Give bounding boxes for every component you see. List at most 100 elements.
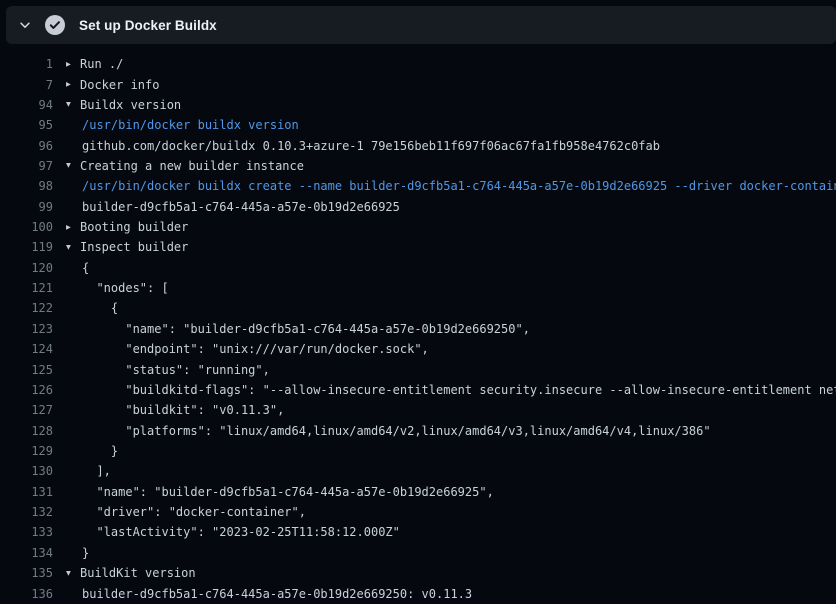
log-line: 122 { xyxy=(0,298,836,318)
line-number[interactable]: 135 xyxy=(0,566,53,580)
log-line: 121 "nodes": [ xyxy=(0,278,836,298)
line-number[interactable]: 99 xyxy=(0,200,53,214)
log-output-text: } xyxy=(66,444,118,458)
log-line: 119 ▼Inspect builder xyxy=(0,237,836,257)
line-number[interactable]: 7 xyxy=(0,78,53,92)
triangle-expanded-icon[interactable]: ▼ xyxy=(66,242,80,251)
log-line: 96 github.com/docker/buildx 0.10.3+azure-… xyxy=(0,135,836,155)
triangle-collapsed-icon[interactable]: ▶ xyxy=(66,80,80,89)
log-line: 98/usr/bin/docker buildx create --name b… xyxy=(0,176,836,196)
log-line: 123 "name": "builder-d9cfb5a1-c764-445a-… xyxy=(0,319,836,339)
log-command-text: /usr/bin/docker buildx create --name bui… xyxy=(66,179,836,193)
log-output-text: "name": "builder-d9cfb5a1-c764-445a-a57e… xyxy=(66,322,530,336)
log-line: 131 "name": "builder-d9cfb5a1-c764-445a-… xyxy=(0,482,836,502)
log-group-header[interactable]: ▼BuildKit version xyxy=(66,566,196,580)
log-line: 95/usr/bin/docker buildx version xyxy=(0,115,836,135)
triangle-expanded-icon[interactable]: ▼ xyxy=(66,161,80,170)
line-number[interactable]: 100 xyxy=(0,220,53,234)
log-output-text: "status": "running", xyxy=(66,363,270,377)
line-number[interactable]: 1 xyxy=(0,57,53,71)
log-output-text: "lastActivity": "2023-02-25T11:58:12.000… xyxy=(66,525,400,539)
log-line: 126 "buildkitd-flags": "--allow-insecure… xyxy=(0,380,836,400)
step-header[interactable]: Set up Docker Buildx xyxy=(6,6,836,44)
line-number[interactable]: 98 xyxy=(0,179,53,193)
line-number[interactable]: 95 xyxy=(0,118,53,132)
chevron-down-icon[interactable] xyxy=(17,17,33,33)
log-group-label: Inspect builder xyxy=(80,240,188,254)
log-output-text: "endpoint": "unix:///var/run/docker.sock… xyxy=(66,342,429,356)
line-number[interactable]: 136 xyxy=(0,587,53,601)
log-line: 1 ▶Run ./ xyxy=(0,54,836,74)
line-number[interactable]: 126 xyxy=(0,383,53,397)
line-number[interactable]: 121 xyxy=(0,281,53,295)
log-group-label: Run ./ xyxy=(80,57,123,71)
log-output-text: github.com/docker/buildx 0.10.3+azure-1 … xyxy=(66,139,660,153)
log-line: 135 ▼BuildKit version xyxy=(0,563,836,583)
log-group-header[interactable]: ▼Creating a new builder instance xyxy=(66,159,304,173)
log-output-text: "buildkit": "v0.11.3", xyxy=(66,403,284,417)
log-line: 97 ▼Creating a new builder instance xyxy=(0,156,836,176)
log-line: 130 ], xyxy=(0,461,836,481)
line-number[interactable]: 130 xyxy=(0,464,53,478)
log-line: 94 ▼Buildx version xyxy=(0,95,836,115)
log-group-header[interactable]: ▶Docker info xyxy=(66,78,159,92)
line-number[interactable]: 97 xyxy=(0,159,53,173)
triangle-expanded-icon[interactable]: ▼ xyxy=(66,100,80,109)
triangle-expanded-icon[interactable]: ▼ xyxy=(66,568,80,577)
log-group-label: BuildKit version xyxy=(80,566,196,580)
log-line: 136 builder-d9cfb5a1-c764-445a-a57e-0b19d… xyxy=(0,583,836,603)
log-line: 134} xyxy=(0,543,836,563)
log-group-label: Buildx version xyxy=(80,98,181,112)
log-line: 127 "buildkit": "v0.11.3", xyxy=(0,400,836,420)
line-number[interactable]: 122 xyxy=(0,301,53,315)
log-line: 132 "driver": "docker-container", xyxy=(0,502,836,522)
log-viewer: Set up Docker Buildx 1▶Run ./7▶Docker in… xyxy=(0,0,836,604)
line-number[interactable]: 120 xyxy=(0,261,53,275)
line-number[interactable]: 132 xyxy=(0,505,53,519)
log-output-text: "driver": "docker-container", xyxy=(66,505,306,519)
log-line: 120 { xyxy=(0,258,836,278)
log-output-text: "name": "builder-d9cfb5a1-c764-445a-a57e… xyxy=(66,485,494,499)
log-group-header[interactable]: ▼Inspect builder xyxy=(66,240,188,254)
line-number[interactable]: 124 xyxy=(0,342,53,356)
log-group-label: Docker info xyxy=(80,78,159,92)
log-line: 7 ▶Docker info xyxy=(0,74,836,94)
line-number[interactable]: 133 xyxy=(0,525,53,539)
log-line: 129 } xyxy=(0,441,836,461)
line-number[interactable]: 125 xyxy=(0,363,53,377)
line-number[interactable]: 129 xyxy=(0,444,53,458)
log-output-text: "buildkitd-flags": "--allow-insecure-ent… xyxy=(66,383,836,397)
log-group-header[interactable]: ▶Run ./ xyxy=(66,57,123,71)
log-output-text: ], xyxy=(66,464,111,478)
log-output-text: "nodes": [ xyxy=(66,281,169,295)
log-line: 99 builder-d9cfb5a1-c764-445a-a57e-0b19d2… xyxy=(0,197,836,217)
line-number[interactable]: 127 xyxy=(0,403,53,417)
triangle-collapsed-icon[interactable]: ▶ xyxy=(66,59,80,68)
log-line: 133 "lastActivity": "2023-02-25T11:58:12… xyxy=(0,522,836,542)
log-line: 100 ▶Booting builder xyxy=(0,217,836,237)
line-number[interactable]: 123 xyxy=(0,322,53,336)
log-output-text: { xyxy=(66,261,89,275)
log-line: 125 "status": "running", xyxy=(0,359,836,379)
log-group-header[interactable]: ▶Booting builder xyxy=(66,220,188,234)
log-output-text: } xyxy=(66,546,89,560)
log-output-text: builder-d9cfb5a1-c764-445a-a57e-0b19d2e6… xyxy=(66,587,472,601)
log-group-header[interactable]: ▼Buildx version xyxy=(66,98,181,112)
log-output-text: builder-d9cfb5a1-c764-445a-a57e-0b19d2e6… xyxy=(66,200,400,214)
log-output-text: "platforms": "linux/amd64,linux/amd64/v2… xyxy=(66,424,711,438)
line-number[interactable]: 119 xyxy=(0,240,53,254)
line-number[interactable]: 134 xyxy=(0,546,53,560)
line-number[interactable]: 96 xyxy=(0,139,53,153)
log-lines: 1▶Run ./7▶Docker info94▼Buildx version95… xyxy=(0,54,836,604)
line-number[interactable]: 94 xyxy=(0,98,53,112)
log-group-label: Booting builder xyxy=(80,220,188,234)
log-group-label: Creating a new builder instance xyxy=(80,159,304,173)
line-number[interactable]: 128 xyxy=(0,424,53,438)
log-line: 124 "endpoint": "unix:///var/run/docker.… xyxy=(0,339,836,359)
triangle-collapsed-icon[interactable]: ▶ xyxy=(66,222,80,231)
line-number[interactable]: 131 xyxy=(0,485,53,499)
log-command-text: /usr/bin/docker buildx version xyxy=(66,118,299,132)
check-circle-icon xyxy=(45,15,65,35)
log-line: 128 "platforms": "linux/amd64,linux/amd6… xyxy=(0,420,836,440)
log-output-text: { xyxy=(66,301,118,315)
